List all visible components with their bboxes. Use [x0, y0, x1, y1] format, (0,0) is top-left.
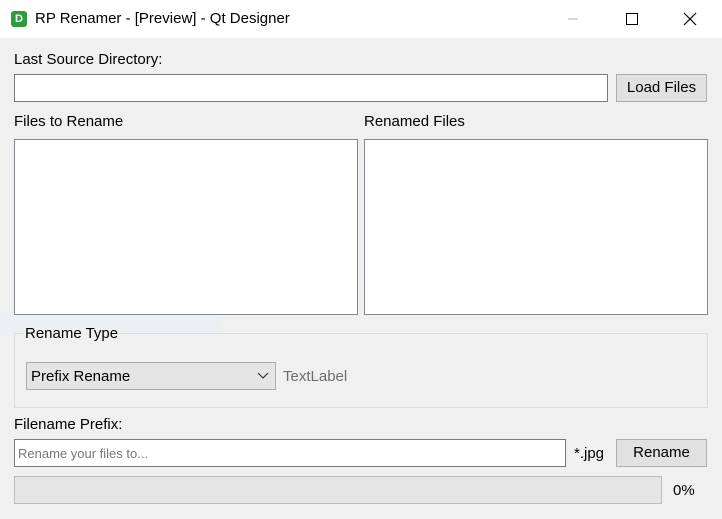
maximize-button[interactable]	[609, 0, 655, 38]
rename-button[interactable]: Rename	[616, 439, 707, 467]
rename-type-selected: Prefix Rename	[31, 368, 131, 385]
window-title: RP Renamer - [Preview] - Qt Designer	[35, 10, 290, 27]
renamed-files-label: Renamed Files	[364, 113, 465, 130]
progress-percent-label: 0%	[673, 482, 695, 499]
source-directory-input[interactable]	[14, 74, 608, 102]
filename-prefix-placeholder: Rename your files to...	[18, 446, 149, 461]
extension-label: *.jpg	[574, 445, 605, 462]
renamed-files-list[interactable]	[364, 139, 708, 315]
close-icon	[683, 12, 697, 26]
close-button[interactable]	[667, 0, 713, 38]
files-to-rename-list[interactable]	[14, 139, 358, 315]
chevron-down-icon	[257, 372, 269, 379]
rename-type-text-label: TextLabel	[283, 368, 348, 385]
files-to-rename-label: Files to Rename	[14, 113, 124, 130]
rename-type-select[interactable]: Prefix Rename	[26, 362, 276, 390]
minimize-button[interactable]	[550, 0, 596, 38]
minimize-icon	[568, 18, 578, 20]
title-bar: D RP Renamer - [Preview] - Qt Designer	[0, 0, 722, 38]
maximize-icon	[626, 13, 638, 25]
filename-prefix-input[interactable]: Rename your files to...	[14, 439, 566, 467]
load-files-button[interactable]: Load Files	[616, 74, 707, 102]
qt-designer-icon: D	[11, 11, 27, 27]
rename-progress-bar	[14, 476, 662, 504]
filename-prefix-label: Filename Prefix:	[14, 416, 123, 433]
source-directory-label: Last Source Directory:	[14, 51, 163, 68]
rename-type-label: Rename Type	[24, 325, 120, 342]
